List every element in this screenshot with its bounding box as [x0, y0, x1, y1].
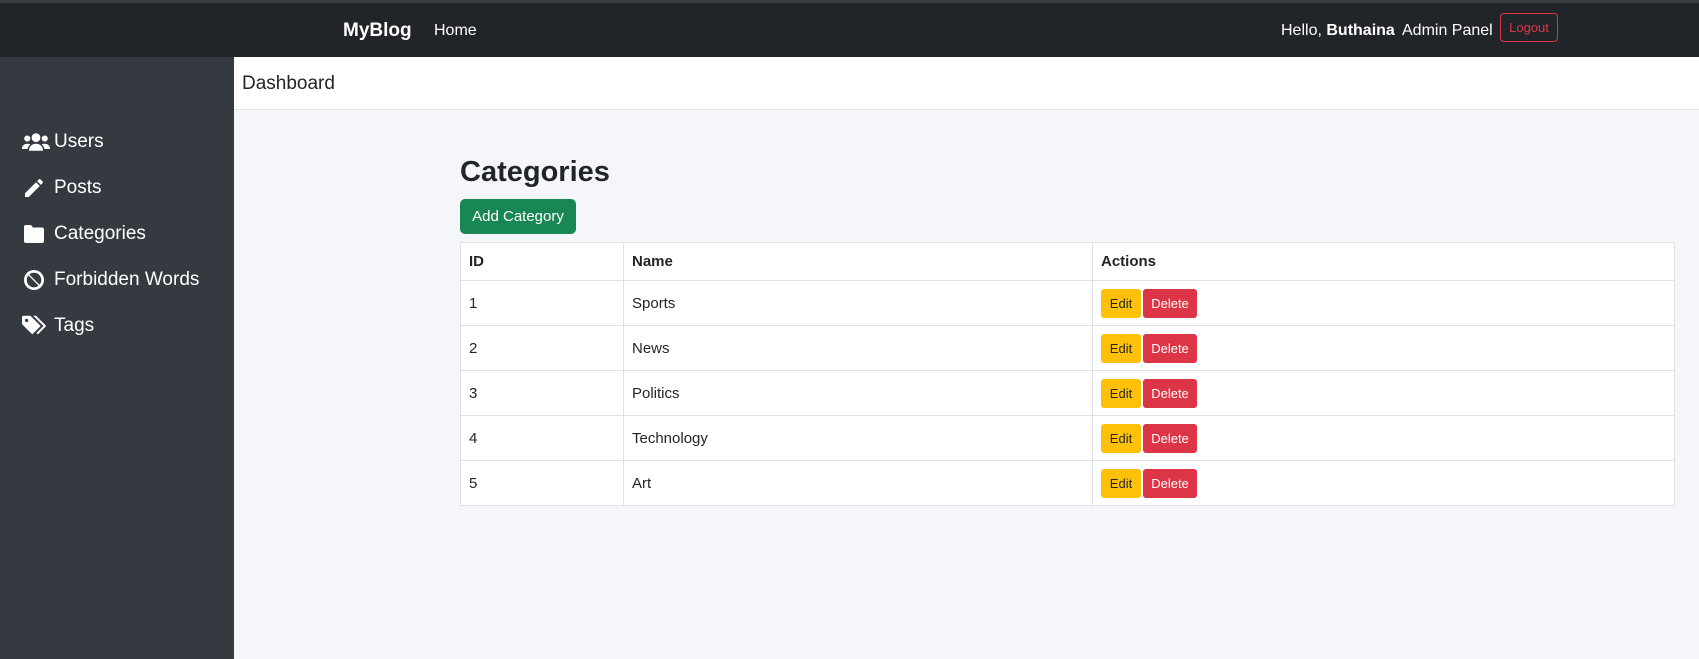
ban-icon: [24, 270, 44, 290]
sidebar-item-users[interactable]: Users: [22, 127, 104, 157]
delete-button[interactable]: Delete: [1143, 288, 1197, 318]
edit-button[interactable]: Edit: [1101, 333, 1141, 363]
logout-button[interactable]: Logout: [1500, 13, 1558, 42]
table-row: 2 News Edit Delete: [460, 325, 1675, 371]
page-title: Categories: [460, 156, 610, 188]
sidebar-item-label: Forbidden Words: [54, 269, 200, 290]
cell-name: Technology: [623, 415, 1093, 461]
cell-actions: Edit Delete: [1092, 280, 1675, 326]
sidebar-item-categories[interactable]: Categories: [22, 219, 146, 249]
username: Buthaina: [1326, 22, 1395, 39]
cell-name: Politics: [623, 370, 1093, 416]
table-row: 1 Sports Edit Delete: [460, 280, 1675, 326]
sidebar-item-tags[interactable]: Tags: [22, 311, 94, 341]
delete-button[interactable]: Delete: [1143, 378, 1197, 408]
cell-name: Sports: [623, 280, 1093, 326]
tags-icon: [22, 315, 47, 335]
cell-id: 2: [460, 325, 624, 371]
pencil-icon: [25, 178, 43, 197]
edit-button[interactable]: Edit: [1101, 378, 1141, 408]
edit-button[interactable]: Edit: [1101, 423, 1141, 453]
table-row: 4 Technology Edit Delete: [460, 415, 1675, 461]
column-header-actions: Actions: [1092, 242, 1675, 281]
folder-icon: [24, 225, 44, 243]
cell-name: News: [623, 325, 1093, 371]
delete-button[interactable]: Delete: [1143, 333, 1197, 363]
table-row: 3 Politics Edit Delete: [460, 370, 1675, 416]
delete-button[interactable]: Delete: [1143, 423, 1197, 453]
cell-actions: Edit Delete: [1092, 370, 1675, 416]
sidebar-item-posts[interactable]: Posts: [22, 173, 102, 203]
greeting: Hello, Buthaina: [1281, 22, 1395, 40]
column-header-id: ID: [460, 242, 624, 281]
brand-link[interactable]: MyBlog: [343, 20, 412, 42]
categories-table: ID Name Actions 1 Sports Edit Delete 2 Ne…: [460, 242, 1675, 506]
admin-panel-link[interactable]: Admin Panel: [1402, 22, 1493, 40]
cell-name: Art: [623, 460, 1093, 506]
content-header: Dashboard: [234, 57, 1699, 110]
cell-id: 1: [460, 280, 624, 326]
cell-id: 5: [460, 460, 624, 506]
sidebar-item-label: Posts: [54, 177, 102, 198]
cell-actions: Edit Delete: [1092, 460, 1675, 506]
cell-actions: Edit Delete: [1092, 415, 1675, 461]
table-row: 5 Art Edit Delete: [460, 460, 1675, 506]
sidebar-item-label: Users: [54, 131, 104, 152]
users-icon: [22, 133, 50, 151]
table-header-row: ID Name Actions: [460, 242, 1675, 281]
add-category-button[interactable]: Add Category: [460, 199, 576, 234]
sidebar-item-forbidden-words[interactable]: Forbidden Words: [22, 265, 199, 295]
top-navbar: MyBlog Home Hello, Buthaina Admin Panel …: [0, 0, 1699, 57]
sidebar: Users Posts Categories Forbidden Words T…: [0, 57, 234, 659]
delete-button[interactable]: Delete: [1143, 468, 1197, 498]
greeting-prefix: Hello,: [1281, 22, 1322, 39]
sidebar-item-label: Categories: [54, 223, 146, 244]
cell-actions: Edit Delete: [1092, 325, 1675, 371]
column-header-name: Name: [623, 242, 1093, 281]
edit-button[interactable]: Edit: [1101, 288, 1141, 318]
cell-id: 3: [460, 370, 624, 416]
cell-id: 4: [460, 415, 624, 461]
breadcrumb: Dashboard: [242, 73, 335, 94]
sidebar-item-label: Tags: [54, 315, 95, 336]
edit-button[interactable]: Edit: [1101, 468, 1141, 498]
home-link[interactable]: Home: [434, 22, 477, 40]
